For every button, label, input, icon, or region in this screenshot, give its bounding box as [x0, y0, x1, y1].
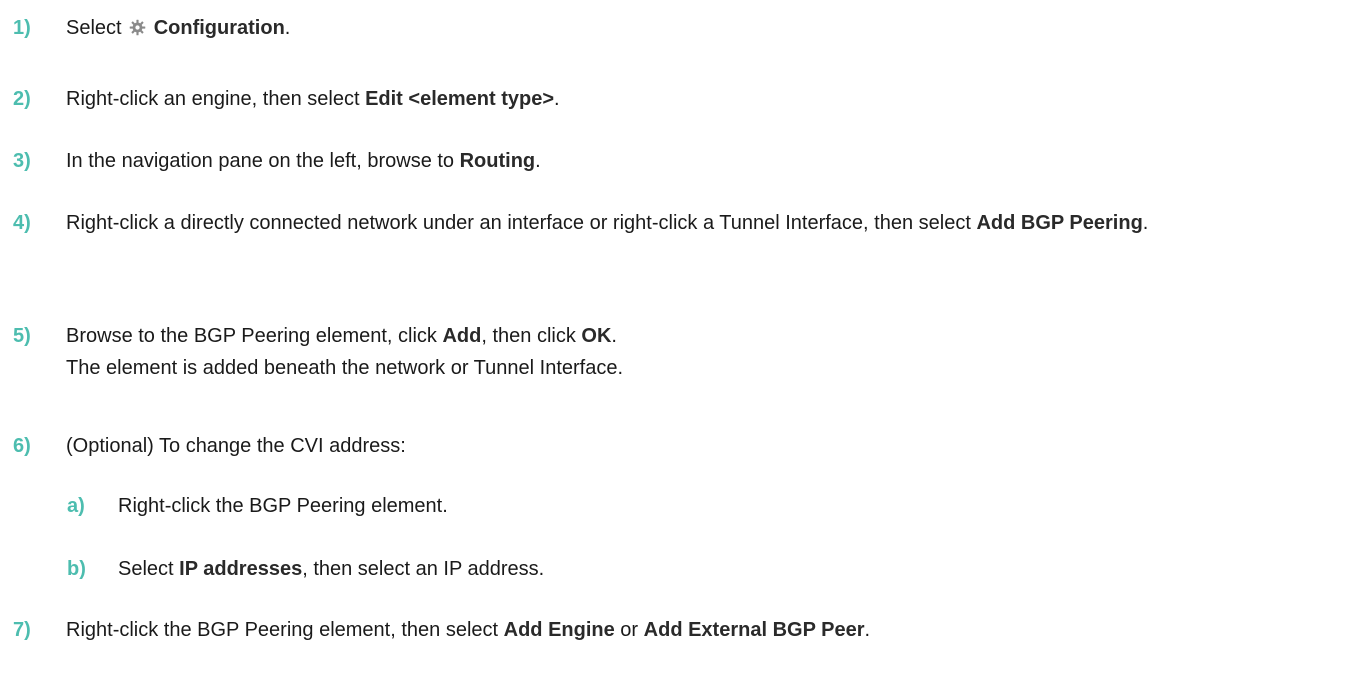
instruction-text: . [535, 150, 541, 172]
ui-term: IP addresses [179, 558, 303, 580]
ui-term: Add External BGP Peer [643, 619, 865, 641]
instruction-text: , then select an IP address. [302, 558, 545, 580]
step-number: 4) [13, 212, 31, 234]
ui-term: Routing [459, 150, 536, 172]
step-text: Right-click the BGP Peering element. [118, 492, 1327, 520]
sub-step: a) Right-click the BGP Peering element. [0, 492, 1327, 520]
ui-term: OK [581, 325, 612, 347]
instruction-text: . [554, 88, 560, 110]
procedure-step: 2) Right-click an engine, then select Edi… [0, 85, 1327, 113]
instruction-text: Right-click a directly connected network… [66, 212, 977, 234]
instruction-text: Select [66, 17, 128, 39]
instruction-text: Right-click the BGP Peering element. [118, 495, 448, 517]
procedure-step: 5) Browse to the BGP Peering element, cli… [0, 322, 1327, 382]
step-result: The element is added beneath the network… [66, 357, 624, 379]
step-number: a) [67, 495, 85, 517]
instruction-text: In the navigation pane on the left, brow… [66, 150, 460, 172]
step-text: Browse to the BGP Peering element, click… [66, 322, 1327, 382]
step-number: 3) [13, 150, 31, 172]
instruction-text: . [611, 325, 617, 347]
instruction-text: Right-click an engine, then select [66, 88, 366, 110]
step-text: (Optional) To change the CVI address: [66, 432, 1327, 460]
step-text: In the navigation pane on the left, brow… [66, 147, 1327, 175]
instruction-text: , then click [481, 325, 582, 347]
gear-icon [129, 19, 146, 36]
step-number: 5) [13, 325, 31, 347]
procedure-step: 7) Right-click the BGP Peering element, t… [0, 616, 1327, 644]
instruction-text: (Optional) To change the CVI address: [66, 435, 406, 457]
step-number: 7) [13, 619, 31, 641]
instruction-text: Browse to the BGP Peering element, click [66, 325, 443, 347]
step-number: 1) [13, 17, 31, 39]
step-text: Right-click a directly connected network… [66, 209, 1327, 237]
instruction-text: or [614, 619, 644, 641]
ui-term: Configuration [148, 17, 285, 39]
instruction-text: Select [118, 558, 180, 580]
step-text: Right-click the BGP Peering element, the… [66, 616, 1327, 644]
ui-term: Add Engine [503, 619, 615, 641]
step-number: 6) [13, 435, 31, 457]
step-number: 2) [13, 88, 31, 110]
procedure-step: 6) (Optional) To change the CVI address: [0, 432, 1327, 460]
step-text: Select IP addresses, then select an IP a… [118, 555, 1327, 583]
step-number: b) [67, 558, 86, 580]
sub-step: b) Select IP addresses, then select an IP… [0, 555, 1327, 583]
procedure-step: 4) Right-click a directly connected netwo… [0, 209, 1327, 237]
instruction-text: . [1142, 212, 1149, 234]
ui-term: Add [442, 325, 482, 347]
instruction-text: . [864, 619, 871, 641]
procedure-step: 3) In the navigation pane on the left, br… [0, 147, 1327, 175]
step-text: Right-click an engine, then select Edit … [66, 85, 1327, 113]
ui-term: Edit <element type> [365, 88, 555, 110]
instruction-text: . [284, 17, 291, 39]
instruction-text: Right-click the BGP Peering element, the… [66, 619, 504, 641]
step-text: Select Configuration. [66, 14, 1327, 42]
ui-term: Add BGP Peering [976, 212, 1143, 234]
procedure-step: 1) Select Configuration. [0, 14, 1327, 42]
